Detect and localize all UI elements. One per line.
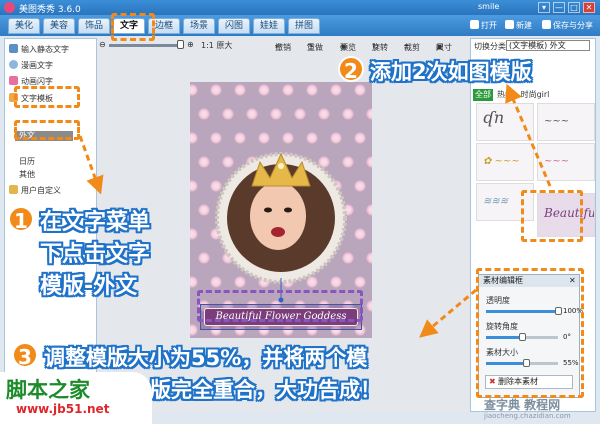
zoom-slider-handle[interactable] [177,40,184,49]
zoom-in-icon[interactable]: ⊕ [187,40,194,49]
zoom-out-icon[interactable]: ⊖ [99,40,106,49]
template-thumb-4[interactable]: ~~~ [537,103,595,141]
tab-doll[interactable]: 娃娃 [253,18,285,34]
highlight-caption [197,290,363,322]
comic-text-item[interactable]: 漫画文字 [9,60,53,71]
tab-all[interactable]: 全部 [473,89,493,101]
tab-collage[interactable]: 拼图 [288,18,320,34]
step1-line1: 在文字菜单 [40,210,151,235]
minimize-button[interactable]: — [553,2,565,13]
highlight-text-template [14,86,80,108]
site-watermark: 脚本之家 www.jb51.net [0,372,152,424]
main-menu-bar: 美化 美容 饰品 文字 边框 场景 闪图 娃娃 拼图 打开 新建 保存与分享 [0,15,600,36]
original-size-button[interactable]: 1:1 原大 [201,40,232,51]
watermark-site2: 查字典 教程网 [484,398,561,412]
new-button[interactable]: 新建 [505,20,532,31]
user-custom-item[interactable]: 用户自定义 [9,185,61,196]
menu-dropdown-button[interactable]: ▾ [538,2,550,13]
text-icon [9,44,18,53]
highlight-edit-panel [476,268,584,398]
maximize-button[interactable]: □ [568,2,580,13]
title-bar: 美图秀秀 3.6.0 smile ▾ — □ ✕ [0,0,600,15]
folder-icon [470,20,479,29]
new-file-icon [505,20,514,29]
app-logo-icon [4,2,15,13]
template-thumb-5[interactable]: ~~~ [537,143,595,181]
highlight-foreign-item [14,120,80,140]
tab-fashion-girl[interactable]: 时尚girl [515,89,555,101]
user-name[interactable]: smile [478,2,499,11]
category-select[interactable]: (文字模板) 外文 [506,40,590,51]
folder-icon [9,185,18,194]
close-button[interactable]: ✕ [583,2,595,13]
switch-category-label: 切换分类 [474,42,506,51]
tab-beautify[interactable]: 美化 [8,18,40,34]
tab-skin[interactable]: 美容 [43,18,75,34]
comic-bubble-icon [9,60,18,69]
step3-line1: 调整模版大小为55%，并将两个模 [44,346,368,370]
template-thumb-1[interactable]: ʠn [476,103,534,141]
tab-flash[interactable]: 闪图 [218,18,250,34]
open-button[interactable]: 打开 [470,20,497,31]
step1-line2: 下点击文字 [40,242,151,267]
step3-badge: 3 [12,342,38,369]
step2-text: 添加2次如图模版 [370,60,532,84]
tab-accessories[interactable]: 饰品 [78,18,110,34]
tab-hot[interactable]: 热门 [495,89,515,101]
step2-badge: 2 [338,56,364,83]
save-share-button[interactable]: 保存与分享 [542,20,593,31]
highlight-template-thumb [521,190,583,242]
static-text-item[interactable]: 输入静态文字 [9,44,69,55]
step1-line3: 模版-外文 [40,274,138,299]
template-thumb-2[interactable]: ✿ ~~~ [476,143,534,181]
watermark-site-name: 脚本之家 [6,377,90,402]
zoom-slider[interactable] [109,44,181,47]
sparkle-icon [9,76,18,85]
tab-scene[interactable]: 场景 [183,18,215,34]
save-icon [542,20,551,29]
step1-badge: 1 [8,206,34,233]
app-title: 美图秀秀 3.6.0 [19,5,81,15]
highlight-text-tab [111,13,155,41]
watermark-site2-url: jiaocheng.chazidian.com [484,412,571,420]
step3-line2: 版完全重合，大功告成！ [150,378,381,402]
sub-item-calendar[interactable]: 日历 [19,156,35,167]
sub-item-other[interactable]: 其他 [19,169,35,180]
watermark-url: www.jb51.net [16,402,110,416]
